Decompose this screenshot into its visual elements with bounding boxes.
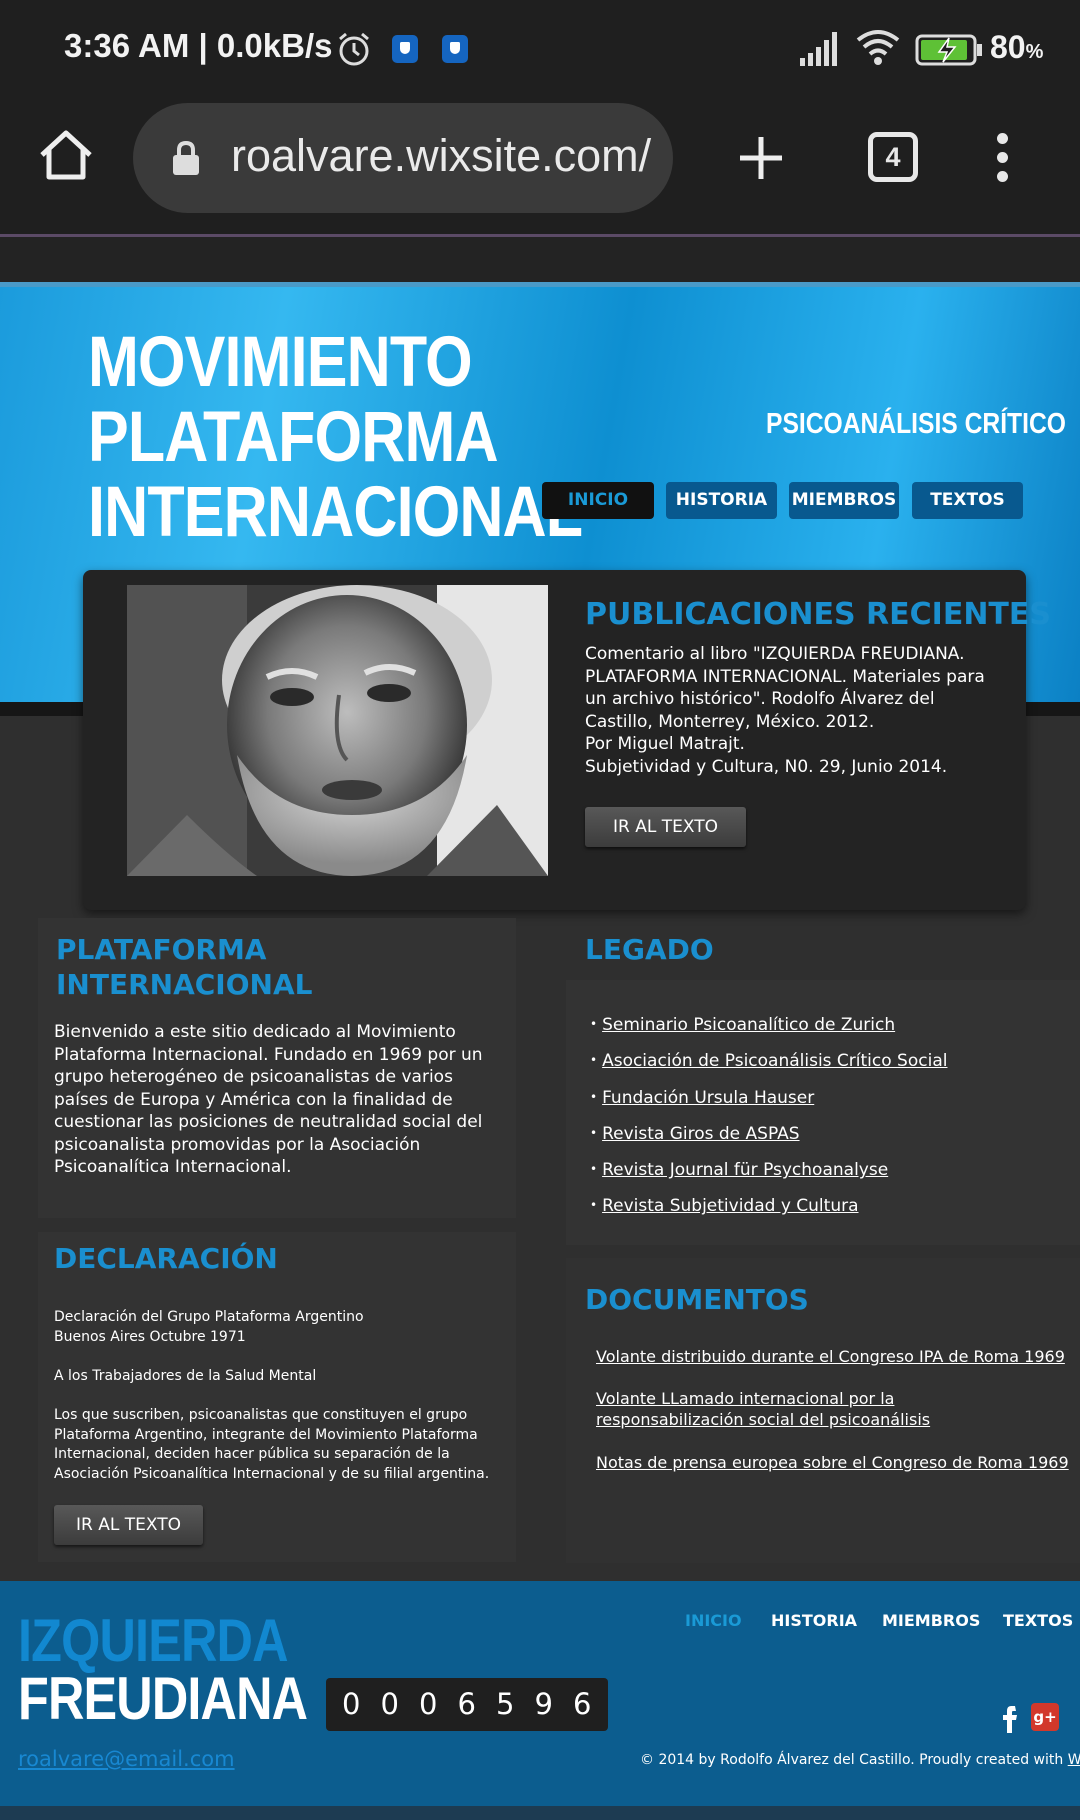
legado-list: Seminario Psicoanalítico de Zurich Asoci… [590,1006,947,1224]
footer-logo-line2: FREUDIANA [18,1665,308,1732]
plataforma-text: Bienvenido a este sitio dedicado al Movi… [54,1022,483,1177]
declaracion-title: DECLARACIÓN [54,1242,278,1275]
browser-toolbar: roalvare.wixsite.com/ 4 [0,95,1080,235]
document-link[interactable]: Volante LLamado internacional por la res… [596,1388,1036,1430]
publications-title: PUBLICACIONES RECIENTES [585,597,1051,632]
nav-miembros[interactable]: MIEMBROS [789,482,899,519]
signal-icon [800,32,837,66]
counter-digit: 5 [496,1687,515,1721]
legado-link[interactable]: Revista Subjetividad y Cultura [602,1196,858,1216]
counter-digit: 6 [573,1687,592,1721]
legado-link[interactable]: Seminario Psicoanalítico de Zurich [602,1015,895,1035]
tab-switcher-button[interactable]: 4 [868,132,918,182]
visitor-counter: 0 0 0 6 5 9 6 [326,1678,608,1731]
alarm-icon [339,32,369,66]
list-item[interactable]: Revista Giros de ASPAS [590,1115,947,1151]
counter-digit: 0 [380,1687,399,1721]
read-publication-button[interactable]: IR AL TEXTO [585,807,746,847]
declaracion-text: Los que suscriben, psicoanalistas que co… [54,1407,490,1482]
contact-email-link[interactable]: roalvare@email.com [18,1747,235,1771]
wix-link[interactable]: Wix.com [1068,1752,1080,1768]
footer-nav-textos[interactable]: TEXTOS [1003,1611,1073,1630]
legado-link[interactable]: Asociación de Psicoanálisis Crítico Soci… [602,1051,947,1071]
status-time: 3:36 AM | 0.0kB/s [64,27,333,64]
footer-nav-historia[interactable]: HISTORIA [771,1611,857,1630]
status-bar: 3:36 AM | 0.0kB/s 80% [0,0,1080,95]
list-item[interactable]: Revista Subjetividad y Cultura [590,1187,947,1223]
battery-icon [915,34,982,66]
legado-link[interactable]: Revista Giros de ASPAS [602,1124,799,1144]
battery-percentage: 80% [990,29,1044,65]
nav-historia[interactable]: HISTORIA [666,482,777,519]
lock-icon [173,140,199,175]
shield-notification-icon [442,35,468,63]
url-text[interactable]: roalvare.wixsite.com/ [231,130,661,182]
publications-text: Comentario al libro "IZQUIERDA FREUDIANA… [585,644,985,777]
page-top-band [0,237,1080,282]
site-tagline: PSICOANÁLISIS CRÍTICO [766,408,1066,440]
declaracion-heading: Declaración del Grupo Plataforma Argenti… [54,1309,364,1345]
list-item[interactable]: Seminario Psicoanalítico de Zurich [590,1006,947,1042]
more-menu-icon[interactable] [990,133,1014,185]
read-declaration-button[interactable]: IR AL TEXTO [54,1505,203,1545]
plataforma-title: PLATAFORMA INTERNACIONAL [56,933,313,1001]
legado-title: LEGADO [585,933,714,966]
declaracion-salutation: A los Trabajadores de la Salud Mental [54,1368,317,1384]
documentos-title: DOCUMENTOS [585,1283,809,1316]
site-title[interactable]: MOVIMIENTO PLATAFORMA INTERNACIONAL [88,325,583,550]
counter-digit: 0 [419,1687,438,1721]
counter-digit: 6 [457,1687,476,1721]
document-link[interactable]: Notas de prensa europea sobre el Congres… [596,1452,1069,1473]
address-bar[interactable]: roalvare.wixsite.com/ [133,103,673,213]
footer-nav-miembros[interactable]: MIEMBROS [882,1611,980,1630]
google-plus-icon[interactable]: g+ [1031,1703,1059,1731]
wifi-icon [856,30,900,65]
legado-link[interactable]: Revista Journal für Psychoanalyse [602,1160,888,1180]
facebook-icon[interactable] [999,1703,1023,1733]
list-item[interactable]: Fundación Ursula Hauser [590,1079,947,1115]
new-tab-icon[interactable] [738,135,784,181]
nav-inicio[interactable]: INICIO [542,482,654,519]
footer-nav-inicio[interactable]: INICIO [685,1611,742,1630]
legado-link[interactable]: Fundación Ursula Hauser [602,1088,814,1108]
home-icon[interactable] [36,125,96,185]
counter-digit: 9 [534,1687,553,1721]
list-item[interactable]: Revista Journal für Psychoanalyse [590,1151,947,1187]
list-item[interactable]: Asociación de Psicoanálisis Crítico Soci… [590,1042,947,1078]
nav-textos[interactable]: TEXTOS [912,482,1023,519]
counter-digit: 0 [342,1687,361,1721]
shield-notification-icon [392,35,418,63]
author-portrait [127,585,548,876]
copyright-text: © 2014 by Rodolfo Álvarez del Castillo. … [640,1752,1080,1768]
document-link[interactable]: Volante distribuido durante el Congreso … [596,1346,1065,1367]
footer-bottom-band [0,1806,1080,1820]
